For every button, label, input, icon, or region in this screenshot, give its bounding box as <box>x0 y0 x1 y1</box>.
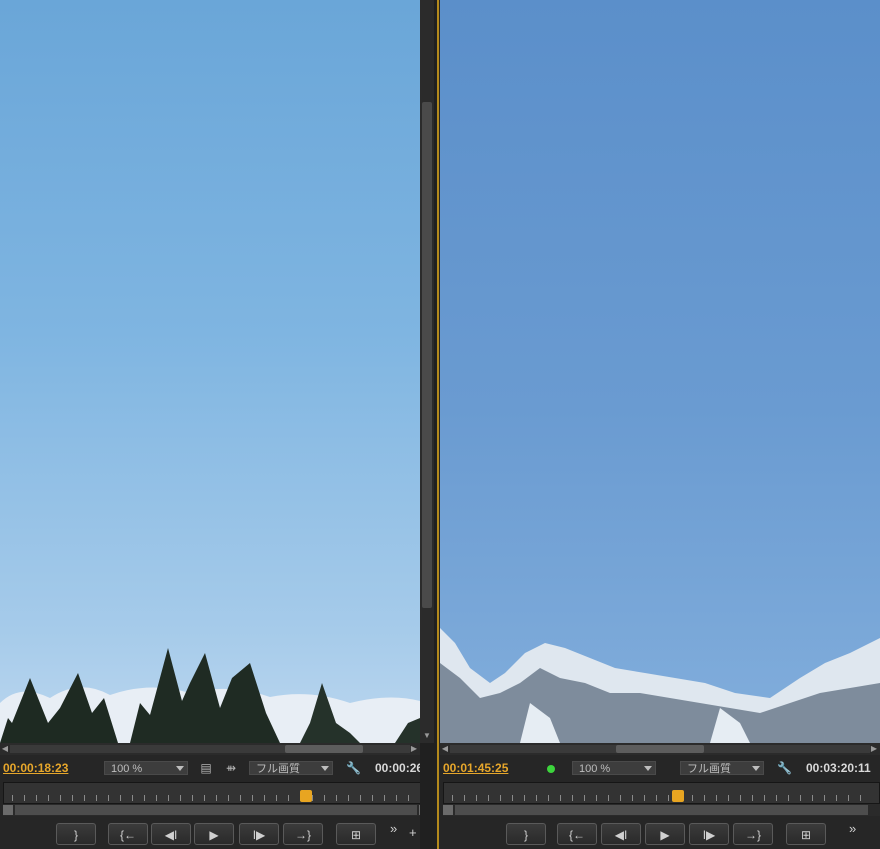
export-frame-button[interactable]: ⊞ <box>336 823 376 845</box>
quality-value: フル画質 <box>687 763 731 775</box>
export-frame-icon[interactable]: ⇻ <box>224 761 238 775</box>
program-zoom-select[interactable]: 100 % <box>572 761 656 775</box>
scroll-right-icon[interactable]: ▶ <box>870 744 878 754</box>
chevron-down-icon <box>644 766 652 771</box>
play-button[interactable]: ▶ <box>645 823 685 845</box>
source-zoom-select[interactable]: 100 % <box>104 761 188 775</box>
program-playhead[interactable] <box>672 790 684 802</box>
ruler-ticks <box>12 795 420 801</box>
vscroll-thumb[interactable] <box>422 102 432 608</box>
wrench-icon[interactable]: 🔧 <box>777 761 792 775</box>
play-button[interactable]: ▶ <box>194 823 234 845</box>
scroll-right-icon[interactable]: ▶ <box>410 744 418 754</box>
film-icon[interactable]: ▤ <box>199 761 213 775</box>
program-horizontal-scrollbar[interactable]: ◀ ▶ <box>440 743 880 755</box>
zoom-value: 100 % <box>111 763 143 775</box>
program-quality-select[interactable]: フル画質 <box>680 761 764 775</box>
more-controls-icon[interactable]: » <box>390 821 397 836</box>
program-video-frame <box>440 0 880 743</box>
zoom-left-handle[interactable] <box>3 805 13 815</box>
source-horizontal-scrollbar[interactable]: ◀ ▶ <box>0 743 420 755</box>
quality-value: フル画質 <box>256 763 300 775</box>
chevron-down-icon <box>176 766 184 771</box>
mountains-scene <box>440 628 880 743</box>
mark-out-button[interactable]: } <box>56 823 96 845</box>
source-duration: 00:00:26:1 <box>375 761 420 775</box>
source-vertical-scrollbar[interactable]: ▼ <box>420 0 434 743</box>
zoom-value: 100 % <box>579 763 611 775</box>
step-forward-button[interactable]: I▶ <box>239 823 279 845</box>
go-to-out-button[interactable]: →} <box>733 823 773 845</box>
export-frame-button[interactable]: ⊞ <box>786 823 826 845</box>
source-time-ruler[interactable] <box>3 782 420 804</box>
chevron-down-icon <box>321 766 329 771</box>
mark-out-button[interactable]: } <box>506 823 546 845</box>
add-button-icon[interactable]: + <box>409 825 417 840</box>
source-current-timecode[interactable]: 00:00:18:23 <box>3 761 68 775</box>
scroll-down-icon[interactable]: ▼ <box>422 731 432 741</box>
scroll-left-icon[interactable]: ◀ <box>441 744 449 754</box>
source-quality-select[interactable]: フル画質 <box>249 761 333 775</box>
source-playhead[interactable] <box>300 790 312 802</box>
trees-scene <box>0 648 420 743</box>
step-forward-button[interactable]: I▶ <box>689 823 729 845</box>
program-time-ruler[interactable] <box>443 782 880 804</box>
status-indicator <box>547 765 555 773</box>
program-monitor: ◀ ▶ 00:01:45:25 100 % フル画質 🔧 00:03:20:11… <box>437 0 880 849</box>
source-video-frame <box>0 0 420 743</box>
chevron-down-icon <box>752 766 760 771</box>
program-current-timecode[interactable]: 00:01:45:25 <box>443 761 508 775</box>
program-duration: 00:03:20:11 <box>806 761 871 775</box>
zoom-bar[interactable] <box>455 805 868 815</box>
go-to-in-button[interactable]: {← <box>557 823 597 845</box>
scroll-thumb[interactable] <box>616 745 704 753</box>
step-back-button[interactable]: ◀I <box>601 823 641 845</box>
go-to-in-button[interactable]: {← <box>108 823 148 845</box>
zoom-left-handle[interactable] <box>443 805 453 815</box>
source-monitor: ◀ ▶ 00:00:18:23 100 % ▤ ⇻ フル画質 🔧 00:00:2… <box>0 0 420 849</box>
scroll-thumb[interactable] <box>285 745 363 753</box>
go-to-out-button[interactable]: →} <box>283 823 323 845</box>
active-panel-border <box>437 0 439 849</box>
ruler-ticks <box>452 795 871 801</box>
zoom-bar[interactable] <box>15 805 417 815</box>
more-controls-icon[interactable]: » <box>849 821 856 836</box>
wrench-icon[interactable]: 🔧 <box>346 761 361 775</box>
step-back-button[interactable]: ◀I <box>151 823 191 845</box>
source-zoom-scrollbar[interactable] <box>3 804 420 816</box>
scroll-left-icon[interactable]: ◀ <box>1 744 9 754</box>
program-zoom-scrollbar[interactable] <box>443 804 880 816</box>
